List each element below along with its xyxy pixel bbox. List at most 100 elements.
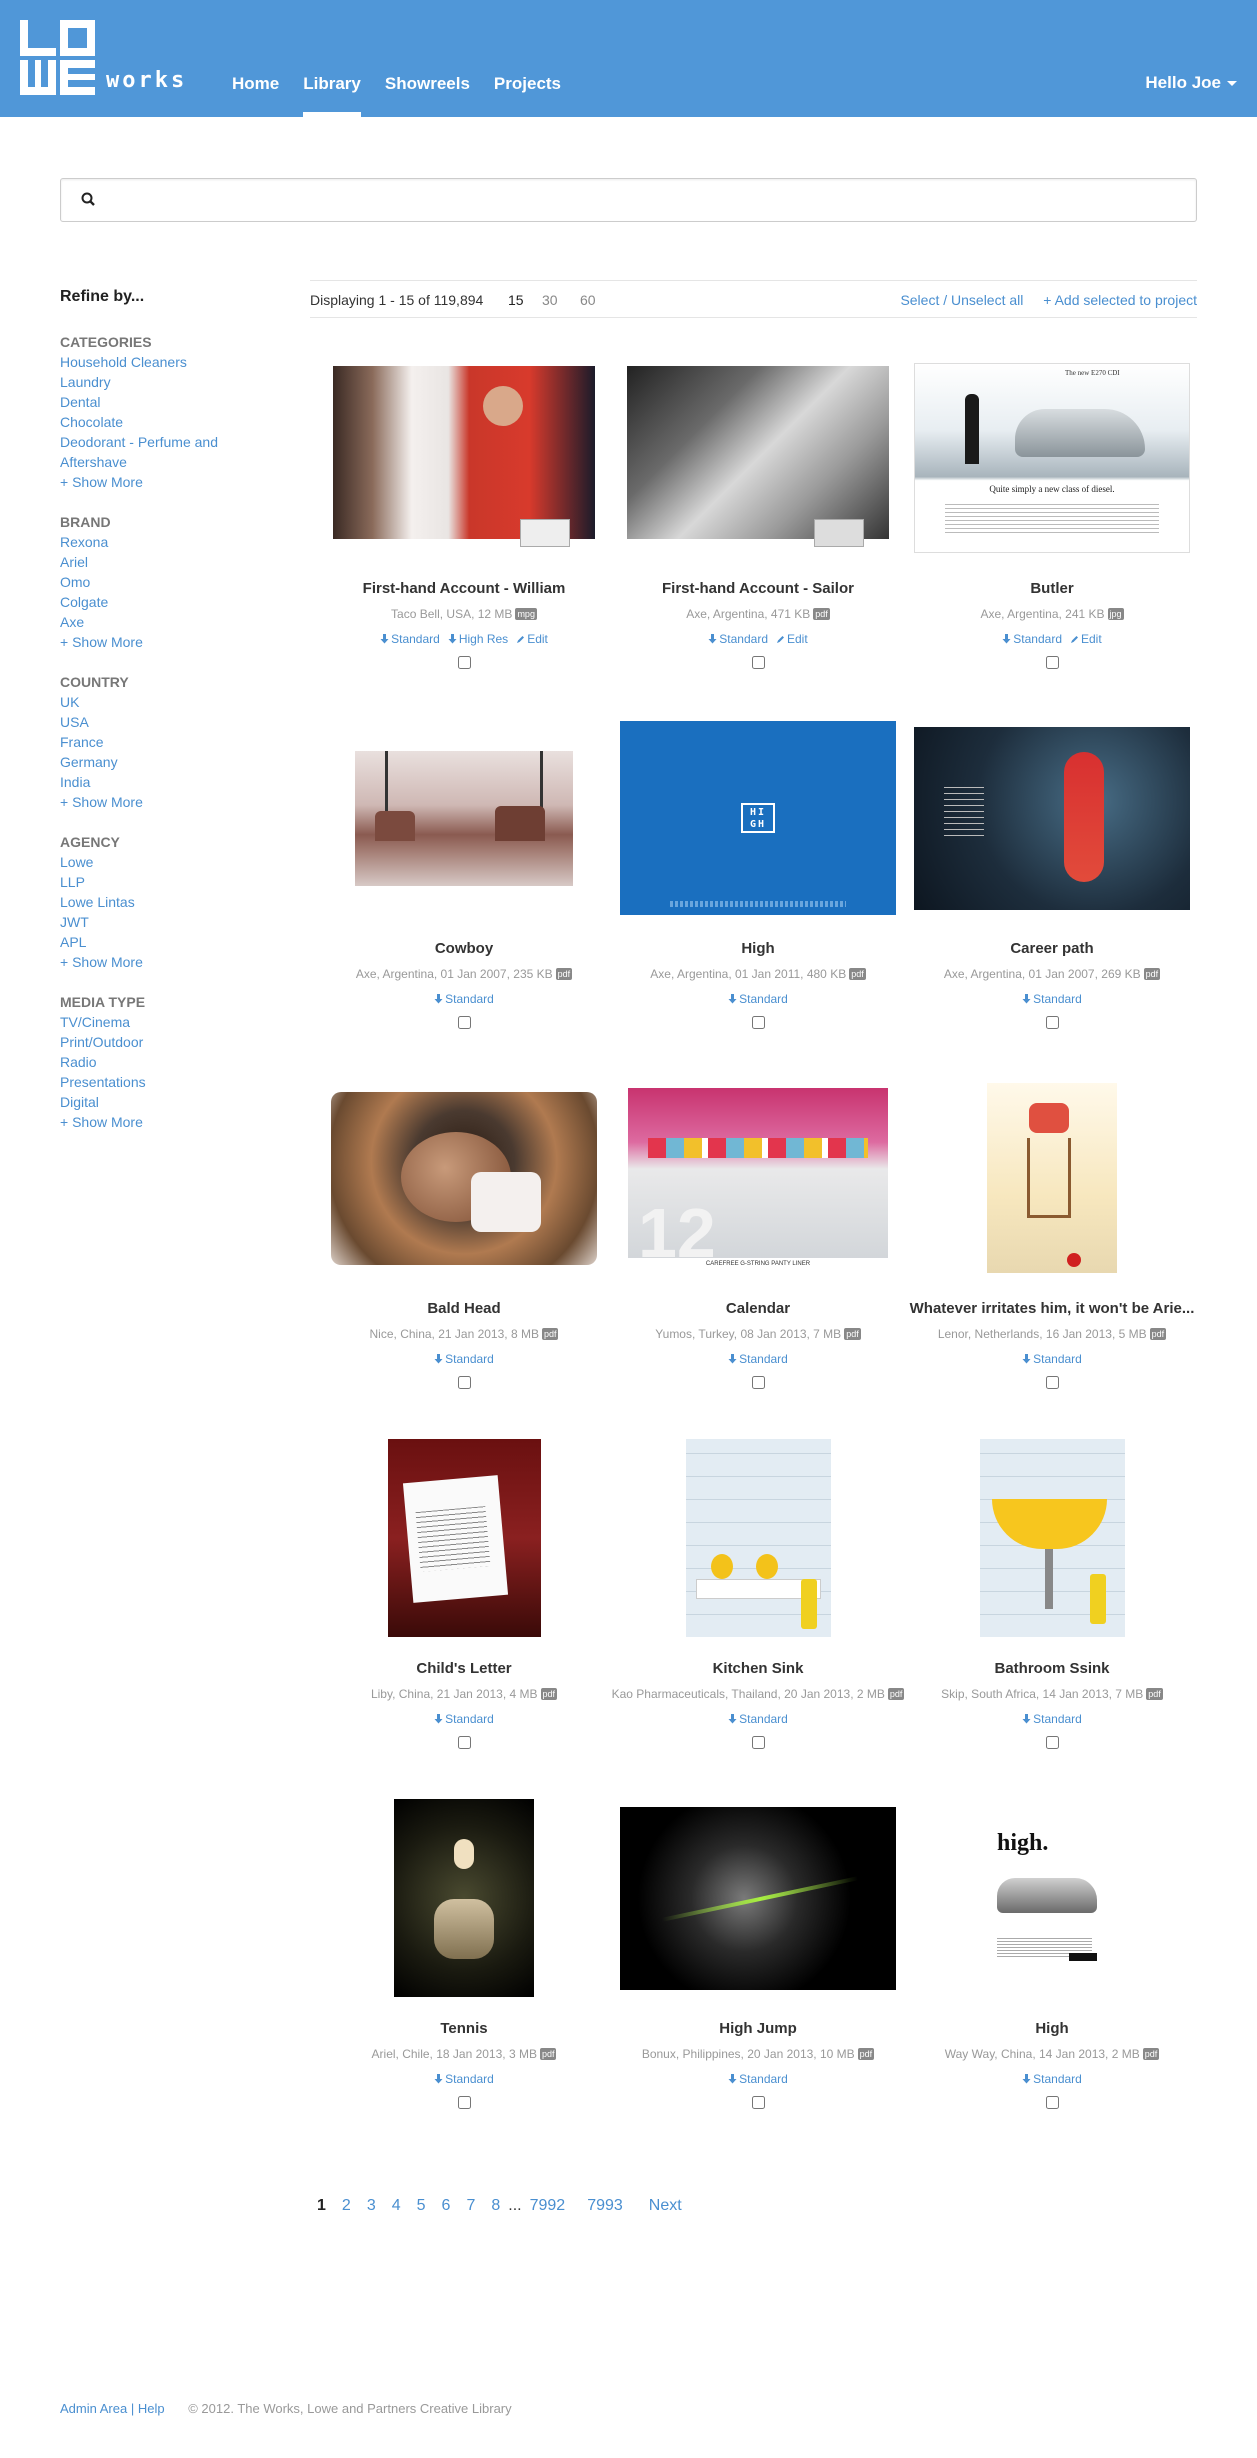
per-page-30[interactable]: 30	[542, 292, 558, 308]
result-title[interactable]: Calendar	[611, 1300, 905, 1317]
facet-item-deodorant-perfume-and-aftershave[interactable]: Deodorant - Perfume and Aftershave	[60, 432, 240, 472]
page-link-5[interactable]: 5	[417, 2197, 426, 2215]
standard-link[interactable]: Standard	[434, 1352, 494, 1366]
result-title[interactable]: High	[905, 2020, 1199, 2037]
nav-home[interactable]: Home	[220, 0, 291, 117]
result-title[interactable]: Tennis	[317, 2020, 611, 2037]
result-thumbnail[interactable]: The new E270 CDI Quite simply a new clas…	[905, 358, 1199, 558]
result-title[interactable]: High Jump	[611, 2020, 905, 2037]
result-thumbnail[interactable]	[317, 1798, 611, 1998]
high-res-link[interactable]: High Res	[448, 632, 508, 646]
page-link-7[interactable]: 7	[466, 2197, 475, 2215]
standard-link[interactable]: Standard	[434, 1712, 494, 1726]
page-link-6[interactable]: 6	[442, 2197, 451, 2215]
result-select-checkbox[interactable]	[751, 1016, 765, 1029]
help-link[interactable]: Help	[138, 2401, 165, 2416]
select-unselect-all-link[interactable]: Select / Unselect all	[900, 292, 1023, 308]
page-link-2[interactable]: 2	[342, 2197, 351, 2215]
lowe-logo[interactable]	[20, 20, 95, 95]
result-select-checkbox[interactable]	[457, 2096, 471, 2109]
show-more-link[interactable]: + Show More	[60, 1112, 240, 1132]
result-thumbnail[interactable]	[317, 358, 611, 558]
per-page-60[interactable]: 60	[580, 292, 596, 308]
result-title[interactable]: Whatever irritates him, it won't be Arie…	[905, 1300, 1199, 1317]
next-page-link[interactable]: Next	[649, 2197, 682, 2215]
result-select-checkbox[interactable]	[1045, 2096, 1059, 2109]
result-title[interactable]: Bathroom Ssink	[905, 1660, 1199, 1677]
standard-link[interactable]: Standard	[1022, 1712, 1082, 1726]
facet-item-germany[interactable]: Germany	[60, 752, 240, 772]
show-more-link[interactable]: + Show More	[60, 632, 240, 652]
result-select-checkbox[interactable]	[751, 656, 765, 669]
standard-link[interactable]: Standard	[728, 1352, 788, 1366]
standard-link[interactable]: Standard	[434, 2072, 494, 2086]
facet-item-india[interactable]: India	[60, 772, 240, 792]
page-link-4[interactable]: 4	[392, 2197, 401, 2215]
per-page-15[interactable]: 15	[508, 292, 524, 308]
result-select-checkbox[interactable]	[751, 1736, 765, 1749]
standard-link[interactable]: Standard	[434, 992, 494, 1006]
result-select-checkbox[interactable]	[457, 656, 471, 669]
facet-item-axe[interactable]: Axe	[60, 612, 240, 632]
page-link-3[interactable]: 3	[367, 2197, 376, 2215]
result-thumbnail[interactable]	[611, 358, 905, 558]
result-thumbnail[interactable]: 12 CAREFREE G-STRING PANTY LINER	[611, 1078, 905, 1278]
facet-item-presentations[interactable]: Presentations	[60, 1072, 240, 1092]
standard-link[interactable]: Standard	[728, 992, 788, 1006]
show-more-link[interactable]: + Show More	[60, 792, 240, 812]
edit-link[interactable]: Edit	[776, 632, 808, 646]
facet-item-lowe[interactable]: Lowe	[60, 852, 240, 872]
result-title[interactable]: Kitchen Sink	[611, 1660, 905, 1677]
standard-link[interactable]: Standard	[1022, 992, 1082, 1006]
nav-library[interactable]: Library	[291, 0, 373, 117]
result-select-checkbox[interactable]	[457, 1376, 471, 1389]
result-select-checkbox[interactable]	[457, 1016, 471, 1029]
show-more-link[interactable]: + Show More	[60, 952, 240, 972]
result-thumbnail[interactable]	[905, 718, 1199, 918]
facet-item-radio[interactable]: Radio	[60, 1052, 240, 1072]
result-thumbnail[interactable]: high.	[905, 1798, 1199, 1998]
page-link-8[interactable]: 8	[491, 2197, 500, 2215]
edit-link[interactable]: Edit	[1070, 632, 1102, 646]
nav-projects[interactable]: Projects	[482, 0, 573, 117]
facet-item-colgate[interactable]: Colgate	[60, 592, 240, 612]
page-link-7992[interactable]: 7992	[530, 2197, 566, 2215]
facet-item-dental[interactable]: Dental	[60, 392, 240, 412]
result-thumbnail[interactable]	[611, 1798, 905, 1998]
result-thumbnail[interactable]: HI GH	[611, 718, 905, 918]
standard-link[interactable]: Standard	[380, 632, 440, 646]
result-thumbnail[interactable]	[317, 1078, 611, 1278]
result-thumbnail[interactable]	[611, 1438, 905, 1638]
show-more-link[interactable]: + Show More	[60, 472, 240, 492]
result-select-checkbox[interactable]	[1045, 1736, 1059, 1749]
result-thumbnail[interactable]	[905, 1078, 1199, 1278]
facet-item-apl[interactable]: APL	[60, 932, 240, 952]
result-title[interactable]: High	[611, 940, 905, 957]
facet-item-chocolate[interactable]: Chocolate	[60, 412, 240, 432]
user-menu[interactable]: Hello Joe	[1145, 73, 1237, 93]
standard-link[interactable]: Standard	[708, 632, 768, 646]
result-title[interactable]: Butler	[905, 580, 1199, 597]
search-input[interactable]	[107, 187, 1177, 213]
page-link-1[interactable]: 1	[317, 2197, 326, 2215]
result-select-checkbox[interactable]	[751, 1376, 765, 1389]
facet-item-ariel[interactable]: Ariel	[60, 552, 240, 572]
facet-item-digital[interactable]: Digital	[60, 1092, 240, 1112]
facet-item-usa[interactable]: USA	[60, 712, 240, 732]
facet-item-llp[interactable]: LLP	[60, 872, 240, 892]
facet-item-jwt[interactable]: JWT	[60, 912, 240, 932]
standard-link[interactable]: Standard	[728, 2072, 788, 2086]
result-select-checkbox[interactable]	[1045, 1016, 1059, 1029]
result-title[interactable]: Cowboy	[317, 940, 611, 957]
result-title[interactable]: First-hand Account - William	[317, 580, 611, 597]
facet-item-omo[interactable]: Omo	[60, 572, 240, 592]
result-title[interactable]: Career path	[905, 940, 1199, 957]
result-select-checkbox[interactable]	[1045, 656, 1059, 669]
result-title[interactable]: First-hand Account - Sailor	[611, 580, 905, 597]
facet-item-laundry[interactable]: Laundry	[60, 372, 240, 392]
facet-item-print-outdoor[interactable]: Print/Outdoor	[60, 1032, 240, 1052]
admin-area-link[interactable]: Admin Area	[60, 2401, 127, 2416]
facet-item-france[interactable]: France	[60, 732, 240, 752]
result-select-checkbox[interactable]	[1045, 1376, 1059, 1389]
standard-link[interactable]: Standard	[1002, 632, 1062, 646]
